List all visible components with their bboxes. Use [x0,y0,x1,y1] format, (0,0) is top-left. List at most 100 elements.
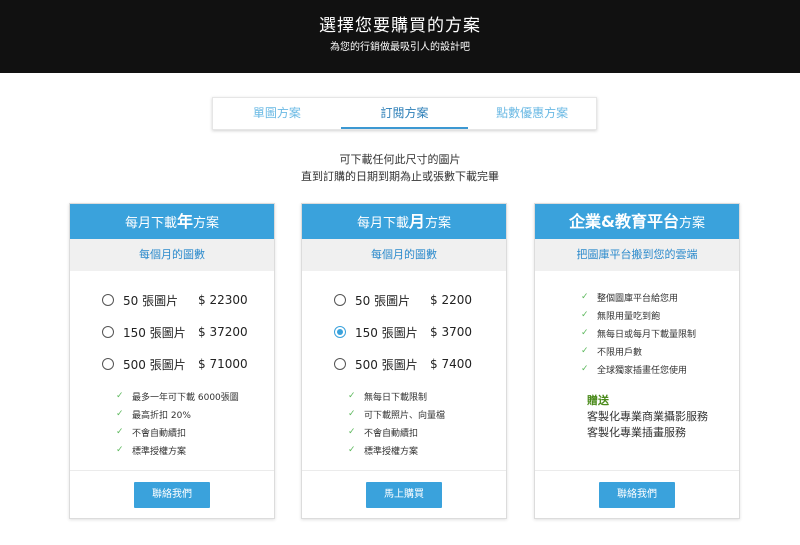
plan-title-big: 年 [176,212,193,231]
feature-item: ✓ 無每日或每月下載量限制 [581,324,733,342]
option-label: 50 張圖片 [123,293,179,308]
check-icon: ✓ [581,364,589,374]
feature-text: 不會自動續扣 [364,428,419,439]
feature-text: 最高折扣 20% [132,410,191,421]
plan-title-big: 月 [408,212,425,231]
feature-item: ✓ 不限用戶數 [581,342,733,360]
plan-title: 每月下載月方案 [302,204,506,239]
feature-text: 不限用戶數 [597,347,643,358]
option-price: $ 71000 [198,357,248,371]
feature-list: ✓ 整個圖庫平台給您用 ✓ 無限用量吃到飽 ✓ 無每日或每月下載量限制 ✓ 不限用戶數 … [581,288,733,378]
gift-line: 客製化專業插畫服務 [587,426,686,439]
buy-now-button[interactable]: 馬上購買 [366,482,442,508]
option-price: $ 7400 [430,357,472,371]
feature-text: 可下載照片、向量檔 [364,410,446,421]
feature-list: ✓ 無每日下載限制 ✓ 可下載照片、向量檔 ✓ 不會自動續扣 ✓ 標準授權方案 [348,387,500,459]
feature-item: ✓ 全球獨家插畫任您使用 [581,360,733,378]
plan-tabs: 單圖方案 訂閱方案 點數優惠方案 [212,97,597,130]
feature-text: 無限用量吃到飽 [597,311,661,322]
plan-card-enterprise: 企業&教育平台方案 把圖庫平台搬到您的雲端 ✓ 整個圖庫平台給您用 ✓ 無限用量吃到… [534,203,740,519]
plan-title-big: 企業&教育平台 [569,212,679,231]
option-50[interactable]: 50 張圖片 $ 2200 [334,290,472,310]
option-price: $ 37200 [198,325,248,339]
feature-item: ✓ 最高折扣 20% [116,405,268,423]
option-150[interactable]: 150 張圖片 $ 37200 [102,322,248,342]
feature-text: 無每日或每月下載量限制 [597,329,697,340]
plan-title: 企業&教育平台方案 [535,204,739,239]
tab-subscription[interactable]: 訂閱方案 [340,98,469,129]
gift-line: 客製化專業商業攝影服務 [587,410,708,423]
radio-button[interactable] [102,326,114,338]
plan-title-pre: 每月下載 [124,216,177,231]
feature-text: 無每日下載限制 [364,392,428,403]
check-icon: ✓ [116,391,124,401]
feature-item: ✓ 整個圖庫平台給您用 [581,288,733,306]
plan-card-yearly: 每月下載年方案 每個月的圖數 50 張圖片 $ 22300 150 張圖片 $ … [69,203,275,519]
option-price: $ 2200 [430,293,472,307]
radio-button[interactable] [334,294,346,306]
check-icon: ✓ [116,427,124,437]
card-footer: 馬上購買 [302,470,506,518]
plan-subtitle: 每個月的圖數 [302,239,506,271]
feature-text: 最多一年可下載 6000張圖 [132,392,239,403]
gift-title: 贈送 [587,394,609,407]
feature-item: ✓ 無每日下載限制 [348,387,500,405]
feature-item: ✓ 標準授權方案 [116,441,268,459]
feature-text: 不會自動續扣 [132,428,187,439]
check-icon: ✓ [116,445,124,455]
feature-text: 整個圖庫平台給您用 [597,293,679,304]
intro-line-1: 可下載任何此尺寸的圖片 [339,153,461,166]
plan-subtitle: 把圖庫平台搬到您的雲端 [535,239,739,271]
option-price: $ 3700 [430,325,472,339]
radio-button[interactable] [334,358,346,370]
page-subtitle: 為您的行銷做最吸引人的設計吧 [330,42,470,53]
plan-title: 每月下載年方案 [70,204,274,239]
option-500[interactable]: 500 張圖片 $ 71000 [102,354,248,374]
card-footer: 聯絡我們 [535,470,739,518]
option-price: $ 22300 [198,293,248,307]
feature-text: 標準授權方案 [132,446,187,457]
check-icon: ✓ [348,445,356,455]
check-icon: ✓ [581,328,589,338]
tab-single-image[interactable]: 單圖方案 [213,98,341,129]
option-label: 500 張圖片 [355,357,418,372]
check-icon: ✓ [348,427,356,437]
intro-line-2: 直到訂購的日期到期為止或張數下載完畢 [301,170,499,183]
check-icon: ✓ [581,292,589,302]
page-title: 選擇您要購買的方案 [319,16,481,36]
plan-subtitle: 每個月的圖數 [70,239,274,271]
radio-button-selected[interactable] [334,326,346,338]
plan-title-post: 方案 [425,216,452,231]
feature-item: ✓ 標準授權方案 [348,441,500,459]
check-icon: ✓ [348,391,356,401]
option-500[interactable]: 500 張圖片 $ 7400 [334,354,472,374]
check-icon: ✓ [116,409,124,419]
hero-header: 選擇您要購買的方案 為您的行銷做最吸引人的設計吧 [0,0,800,73]
plan-title-post: 方案 [193,216,220,231]
tab-points[interactable]: 點數優惠方案 [468,98,596,129]
plan-card-monthly: 每月下載月方案 每個月的圖數 50 張圖片 $ 2200 150 張圖片 $ 3… [301,203,507,519]
plan-title-post: 方案 [678,216,705,231]
radio-button[interactable] [102,294,114,306]
feature-item: ✓ 可下載照片、向量檔 [348,405,500,423]
plan-title-pre: 每月下載 [356,216,409,231]
option-50[interactable]: 50 張圖片 $ 22300 [102,290,248,310]
feature-list: ✓ 最多一年可下載 6000張圖 ✓ 最高折扣 20% ✓ 不會自動續扣 ✓ 標準授權方… [116,387,268,459]
feature-item: ✓ 不會自動續扣 [348,423,500,441]
radio-button[interactable] [102,358,114,370]
contact-us-button[interactable]: 聯絡我們 [134,482,210,508]
option-150[interactable]: 150 張圖片 $ 3700 [334,322,472,342]
check-icon: ✓ [581,310,589,320]
check-icon: ✓ [348,409,356,419]
card-footer: 聯絡我們 [70,470,274,518]
feature-item: ✓ 最多一年可下載 6000張圖 [116,387,268,405]
feature-text: 標準授權方案 [364,446,419,457]
option-label: 150 張圖片 [123,325,186,340]
intro-text: 可下載任何此尺寸的圖片 直到訂購的日期到期為止或張數下載完畢 [0,151,800,185]
contact-us-button[interactable]: 聯絡我們 [599,482,675,508]
option-label: 500 張圖片 [123,357,186,372]
feature-text: 全球獨家插畫任您使用 [597,365,688,376]
option-label: 150 張圖片 [355,325,418,340]
check-icon: ✓ [581,346,589,356]
feature-item: ✓ 無限用量吃到飽 [581,306,733,324]
